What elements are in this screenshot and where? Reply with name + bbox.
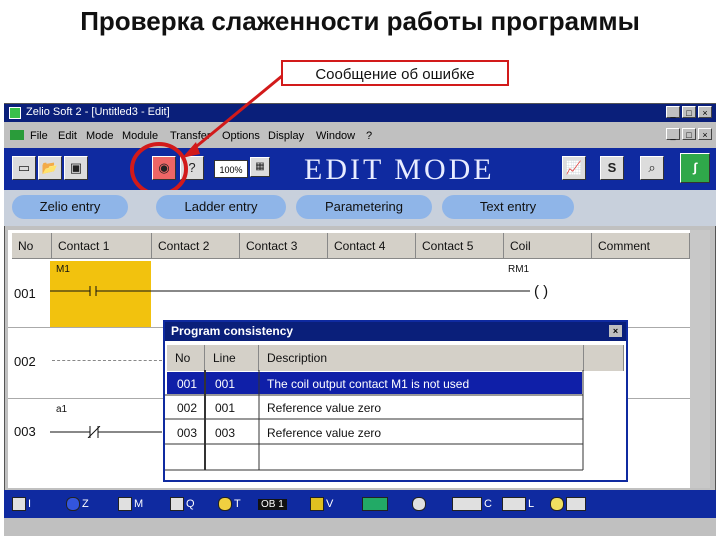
highlight-circle	[130, 142, 188, 196]
tool-output[interactable]: Q	[170, 494, 195, 514]
clock-icon	[412, 497, 426, 512]
analog-icon	[362, 497, 388, 512]
grid-header-contact1: Contact 1	[52, 233, 152, 259]
vertical-scrollbar[interactable]	[690, 230, 710, 488]
grid-header-no: No	[12, 233, 52, 259]
bulb-icon	[550, 497, 564, 512]
timer-icon	[218, 497, 232, 512]
tool-timer[interactable]: T	[218, 494, 241, 514]
tool-input[interactable]: I	[12, 494, 31, 514]
rung-002-line	[52, 360, 162, 361]
coil-label: RM1	[508, 264, 530, 275]
tab-ladder-entry[interactable]: Ladder entry	[156, 195, 286, 219]
dialog-header-blank	[584, 345, 624, 371]
tool-clock[interactable]	[412, 494, 428, 514]
memory-icon	[118, 497, 132, 512]
row-number: 001	[14, 286, 36, 301]
grid-header-contact3: Contact 3	[240, 233, 328, 259]
tool-analog[interactable]	[362, 494, 390, 514]
tool-memory[interactable]: M	[118, 494, 143, 514]
grid-header-contact2: Contact 2	[152, 233, 240, 259]
grid-header-contact5: Contact 5	[416, 233, 504, 259]
grid-header-contact4: Contact 4	[328, 233, 416, 259]
counter-icon	[452, 497, 482, 512]
row-number: 003	[14, 424, 36, 439]
dialog-header-no: No	[167, 345, 205, 371]
tab-text-entry[interactable]: Text entry	[442, 195, 574, 219]
tool-lcd[interactable]: L	[502, 494, 534, 514]
tool-ob[interactable]: OB 1	[258, 494, 287, 514]
row-number: 002	[14, 354, 36, 369]
tab-zelio-entry[interactable]: Zelio entry	[12, 195, 128, 219]
dialog-header-line: Line	[205, 345, 259, 371]
v-icon	[310, 497, 324, 512]
dialog-close-button[interactable]: ×	[609, 325, 622, 337]
grid-header-coil: Coil	[504, 233, 592, 259]
tool-network[interactable]	[550, 494, 588, 514]
tab-parametering[interactable]: Parametering	[296, 195, 432, 219]
dialog-titlebar: Program consistency ×	[165, 322, 626, 341]
rung-001-line	[50, 286, 530, 296]
status-bar	[4, 518, 716, 536]
grid-header-comment: Comment	[592, 233, 690, 259]
dialog-title: Program consistency	[171, 324, 294, 338]
contact-label: M1	[56, 264, 70, 275]
dialog-grid-lines	[165, 370, 584, 471]
tool-zx[interactable]: Z	[66, 494, 89, 514]
tool-counter[interactable]: C	[452, 494, 492, 514]
contact-label: a1	[56, 404, 68, 415]
network-icon	[566, 497, 586, 512]
zx-icon	[66, 497, 80, 512]
input-icon	[12, 497, 26, 512]
callout-arrow	[191, 74, 283, 152]
rung-003-line	[50, 426, 162, 438]
lcd-icon	[502, 497, 526, 512]
tool-v[interactable]: V	[310, 494, 333, 514]
bottom-toolbar	[4, 490, 716, 518]
dialog-header-description: Description	[259, 345, 584, 371]
output-icon	[170, 497, 184, 512]
